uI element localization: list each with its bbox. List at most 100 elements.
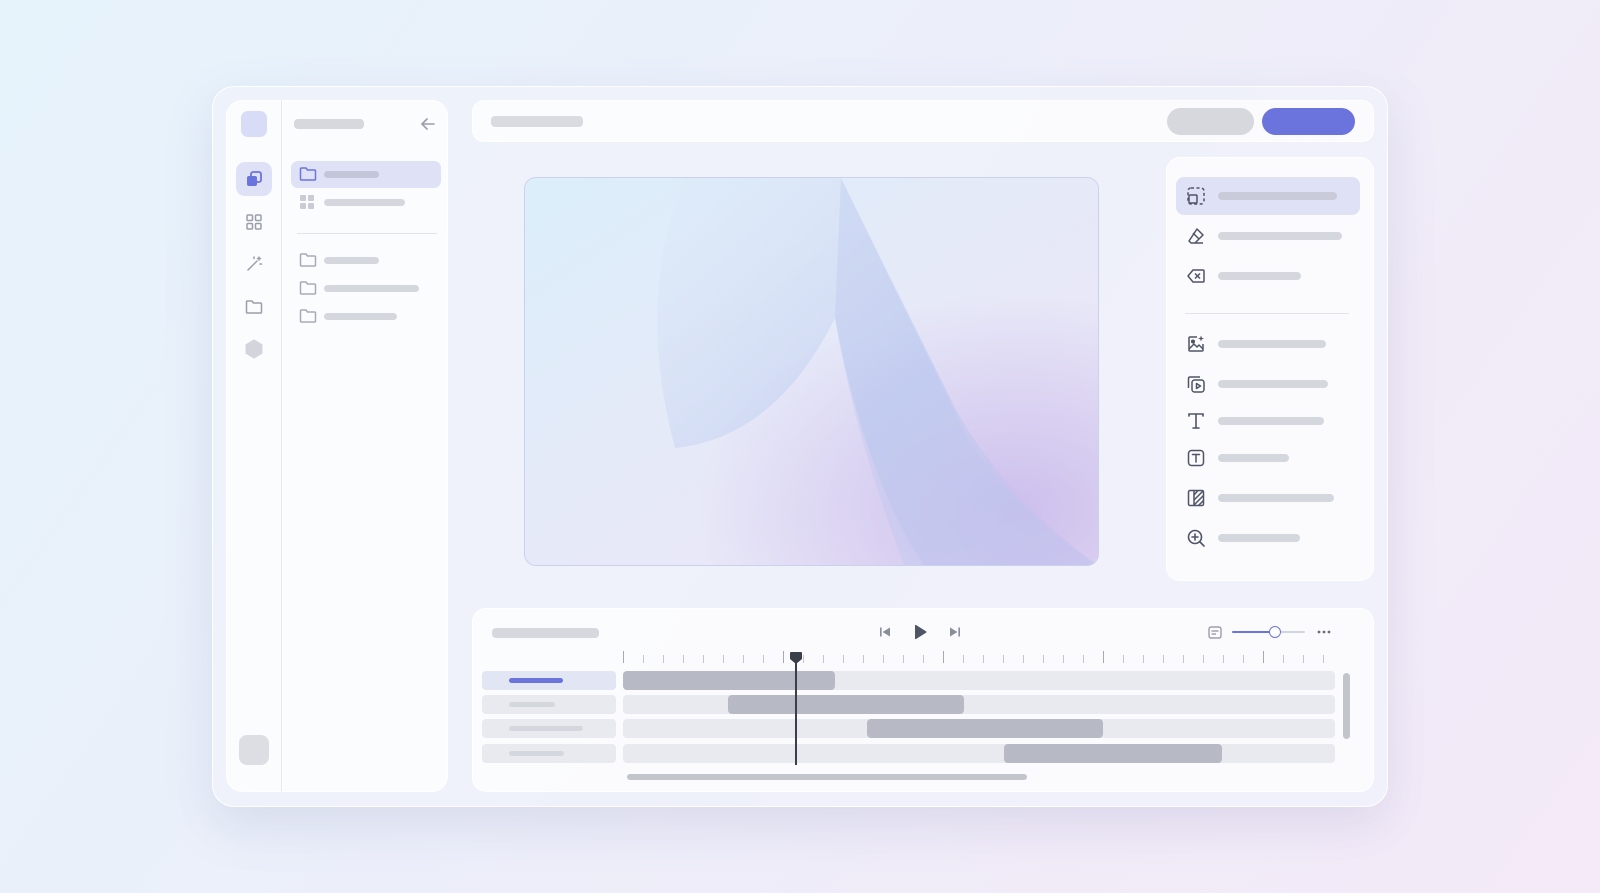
timeline-panel bbox=[472, 608, 1374, 792]
ruler-tick bbox=[823, 655, 824, 663]
tool-label bbox=[1218, 494, 1334, 502]
sidebar-item[interactable] bbox=[291, 303, 441, 329]
zoom-slider-thumb[interactable] bbox=[1269, 626, 1281, 638]
ruler-tick bbox=[1143, 655, 1144, 663]
rail-item-grid[interactable] bbox=[236, 205, 272, 239]
more-button[interactable] bbox=[1313, 621, 1335, 643]
canvas-preview[interactable] bbox=[524, 177, 1099, 566]
track-header-4[interactable] bbox=[482, 744, 616, 763]
sidebar-item[interactable] bbox=[291, 189, 441, 215]
timeline-clip[interactable] bbox=[623, 671, 835, 690]
ruler-tick bbox=[783, 651, 784, 663]
rail-item-folder[interactable] bbox=[236, 290, 272, 324]
track-header-3[interactable] bbox=[482, 719, 616, 738]
vertical-scrollbar[interactable] bbox=[1343, 673, 1350, 739]
ruler-tick bbox=[1323, 655, 1324, 663]
ruler-tick bbox=[883, 655, 884, 663]
tool-label bbox=[1218, 192, 1337, 200]
track-header-label bbox=[509, 751, 564, 756]
tool-text[interactable] bbox=[1176, 402, 1360, 440]
play-button[interactable] bbox=[908, 620, 932, 644]
sidebar-divider bbox=[297, 233, 437, 234]
text-box-icon bbox=[1186, 448, 1206, 468]
canvas-artwork bbox=[525, 178, 1098, 565]
tool-texture[interactable] bbox=[1176, 479, 1360, 517]
eraser-icon bbox=[1186, 226, 1206, 246]
primary-button[interactable] bbox=[1262, 108, 1355, 135]
ruler-tick bbox=[1043, 655, 1044, 663]
ruler-tick bbox=[803, 655, 804, 663]
folder-icon bbox=[299, 280, 317, 296]
tool-image-generate[interactable] bbox=[1176, 325, 1360, 363]
track-lane-2[interactable] bbox=[623, 695, 1335, 714]
ruler-tick bbox=[743, 655, 744, 663]
ruler-tick bbox=[903, 655, 904, 663]
sidebar-panel bbox=[282, 100, 448, 792]
skip-back-icon bbox=[879, 626, 891, 638]
ruler-tick bbox=[1003, 655, 1004, 663]
caption-icon bbox=[1208, 625, 1222, 639]
secondary-button[interactable] bbox=[1167, 108, 1254, 135]
rail-item-shape[interactable] bbox=[236, 332, 272, 366]
playhead-handle-icon bbox=[790, 652, 802, 664]
grid-icon bbox=[245, 213, 263, 231]
zoom-slider-track[interactable] bbox=[1232, 626, 1305, 638]
rail-item-magic[interactable] bbox=[236, 247, 272, 281]
tool-text-box[interactable] bbox=[1176, 439, 1360, 477]
track-header-1[interactable] bbox=[482, 671, 616, 690]
sidebar-item-active[interactable] bbox=[291, 161, 441, 188]
skip-forward-icon bbox=[949, 626, 961, 638]
ruler-tick bbox=[1223, 655, 1224, 663]
ruler-tick bbox=[763, 655, 764, 663]
app-window bbox=[212, 86, 1388, 807]
grid-icon bbox=[299, 194, 315, 210]
ruler-tick bbox=[1303, 655, 1304, 663]
sidebar-item[interactable] bbox=[291, 275, 441, 301]
tool-label bbox=[1218, 380, 1328, 388]
timeline-clip[interactable] bbox=[867, 719, 1103, 738]
tools-divider bbox=[1185, 313, 1349, 314]
ruler-tick bbox=[723, 655, 724, 663]
ruler-tick bbox=[1163, 655, 1164, 663]
collapse-sidebar-button[interactable] bbox=[417, 113, 439, 135]
captions-button[interactable] bbox=[1205, 622, 1225, 642]
tool-clear[interactable] bbox=[1176, 257, 1360, 295]
tool-label bbox=[1218, 232, 1342, 240]
timeline-clip[interactable] bbox=[728, 695, 964, 714]
track-lane-4[interactable] bbox=[623, 744, 1335, 763]
skip-forward-button[interactable] bbox=[944, 621, 966, 643]
tool-eraser[interactable] bbox=[1176, 217, 1360, 255]
play-icon bbox=[913, 624, 927, 640]
ruler-tick bbox=[843, 655, 844, 663]
track-header-label bbox=[509, 726, 583, 731]
horizontal-scrollbar[interactable] bbox=[627, 774, 1027, 780]
ruler-tick bbox=[923, 655, 924, 663]
rail-item-layers[interactable] bbox=[236, 162, 272, 196]
tool-selection[interactable] bbox=[1176, 177, 1360, 215]
track-lane-1[interactable] bbox=[623, 671, 1335, 690]
sidebar-item[interactable] bbox=[291, 247, 441, 273]
tool-video-copy[interactable] bbox=[1176, 365, 1360, 403]
zoom-in-icon bbox=[1186, 528, 1206, 548]
track-header-2[interactable] bbox=[482, 695, 616, 714]
ruler-tick bbox=[943, 651, 944, 663]
user-avatar[interactable] bbox=[239, 735, 269, 765]
timeline-clip[interactable] bbox=[1004, 744, 1222, 763]
tool-zoom[interactable] bbox=[1176, 519, 1360, 557]
selection-icon bbox=[1186, 186, 1206, 206]
texture-icon bbox=[1186, 488, 1206, 508]
ruler-tick bbox=[963, 655, 964, 663]
playhead[interactable] bbox=[789, 651, 803, 767]
skip-back-button[interactable] bbox=[874, 621, 896, 643]
top-toolbar bbox=[472, 100, 1374, 142]
project-title bbox=[491, 116, 583, 127]
app-logo[interactable] bbox=[241, 111, 267, 137]
track-lane-3[interactable] bbox=[623, 719, 1335, 738]
timeline-ruler[interactable] bbox=[623, 651, 1335, 667]
ruler-tick bbox=[983, 655, 984, 663]
track-header-label bbox=[509, 678, 563, 683]
folder-icon bbox=[299, 252, 317, 268]
clear-icon bbox=[1186, 266, 1206, 286]
ruler-tick bbox=[1243, 655, 1244, 663]
video-copy-icon bbox=[1186, 374, 1206, 394]
